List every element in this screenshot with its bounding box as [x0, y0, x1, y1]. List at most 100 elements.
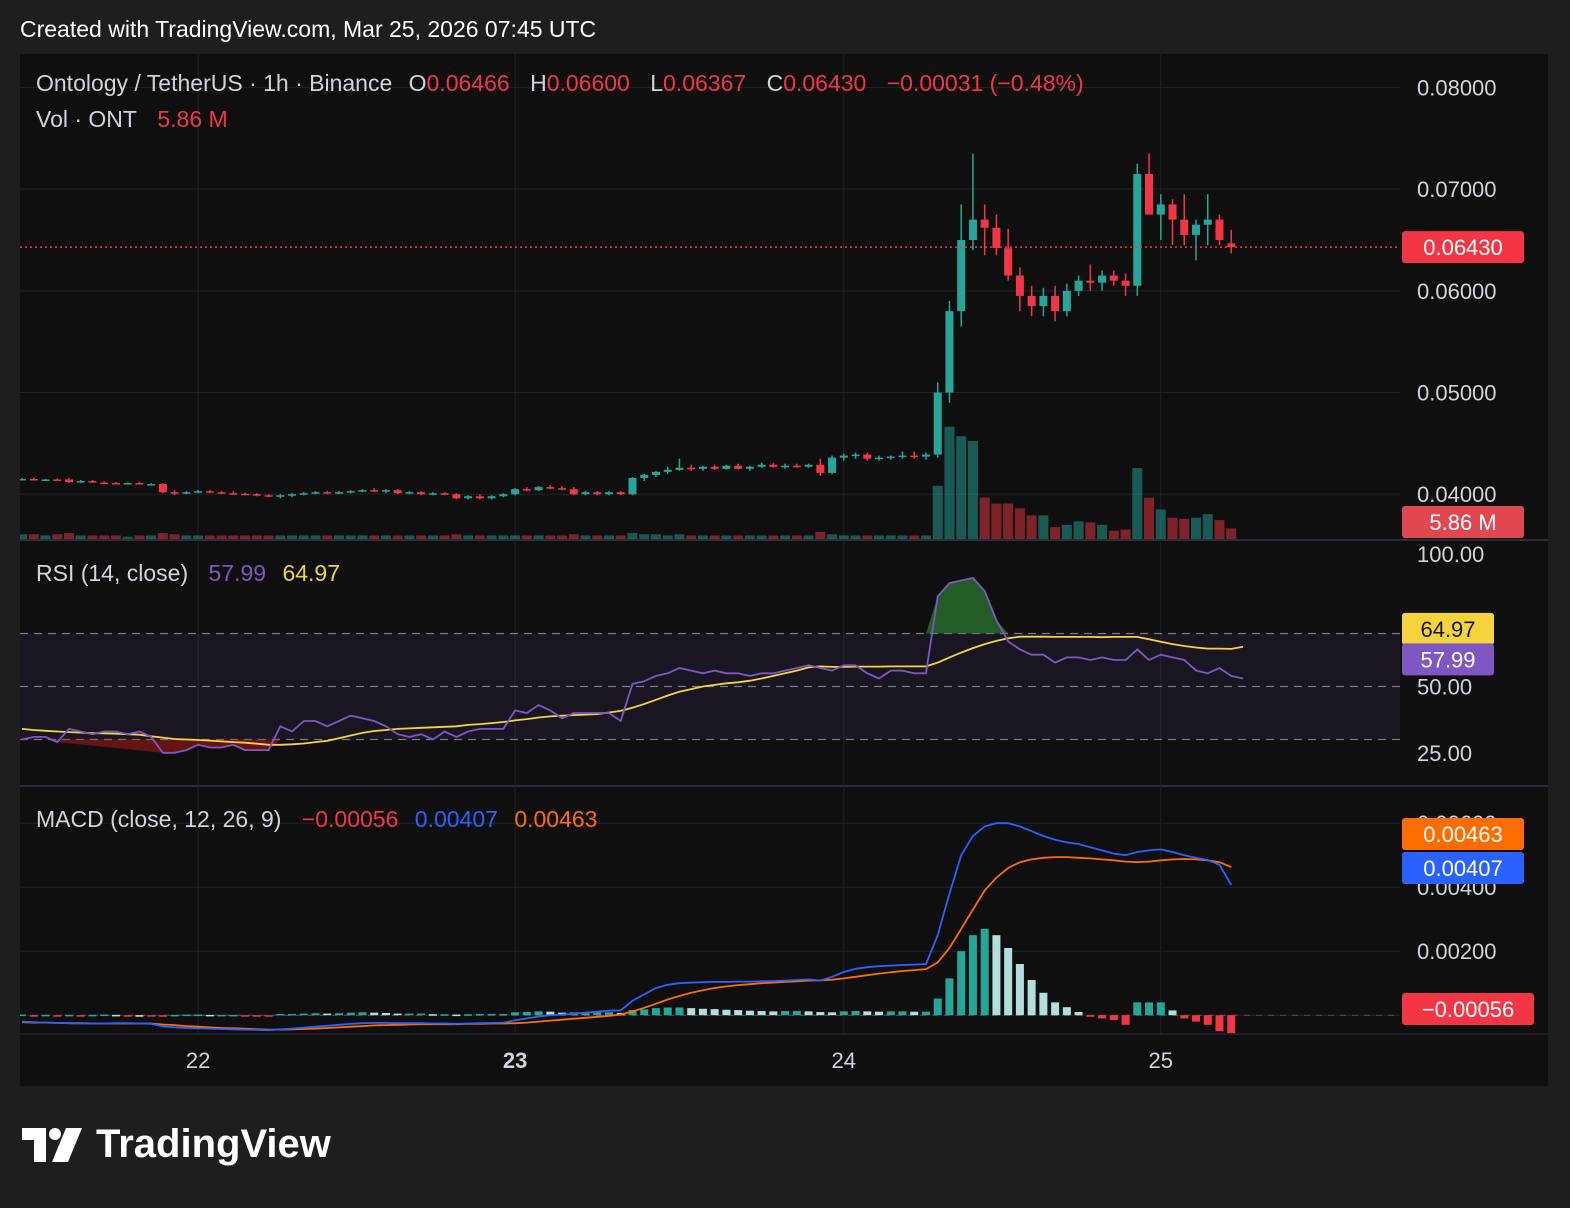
candle-body[interactable]	[616, 492, 625, 495]
candle-body[interactable]	[1109, 275, 1118, 281]
macd-signal-line[interactable]	[21, 856, 1232, 1031]
candle-body[interactable]	[170, 492, 179, 494]
candle-body[interactable]	[1203, 219, 1212, 225]
candle-body[interactable]	[745, 466, 754, 469]
candle-body[interactable]	[886, 456, 895, 459]
candle-body[interactable]	[734, 465, 743, 469]
tradingview-brand[interactable]: TradingView	[22, 1122, 331, 1167]
candle-body[interactable]	[323, 492, 332, 494]
candle-body[interactable]	[417, 492, 426, 495]
candle-body[interactable]	[88, 481, 97, 483]
candle-body[interactable]	[898, 455, 907, 458]
candle-body[interactable]	[123, 483, 132, 485]
candle-body[interactable]	[511, 489, 520, 495]
candle-body[interactable]	[1192, 224, 1200, 235]
candle-body[interactable]	[828, 457, 837, 473]
candle-body[interactable]	[1168, 204, 1177, 220]
candle-body[interactable]	[1215, 219, 1224, 240]
candle-body[interactable]	[1027, 295, 1036, 307]
candle-body[interactable]	[487, 496, 496, 499]
candle-body[interactable]	[687, 467, 696, 470]
rsi-label[interactable]: RSI (14, close)	[36, 560, 188, 586]
candle-body[interactable]	[147, 484, 156, 486]
candle-body[interactable]	[757, 464, 766, 467]
candle-body[interactable]	[252, 494, 261, 496]
candle-body[interactable]	[546, 487, 555, 489]
candle-body[interactable]	[194, 491, 203, 493]
candle-body[interactable]	[581, 492, 590, 495]
candle-body[interactable]	[593, 492, 602, 495]
candle-body[interactable]	[875, 457, 884, 460]
candle-body[interactable]	[992, 227, 1001, 249]
candle-body[interactable]	[839, 455, 848, 458]
candle-body[interactable]	[1098, 275, 1107, 283]
candle-body[interactable]	[945, 311, 954, 393]
candle-body[interactable]	[1004, 248, 1013, 276]
candle-body[interactable]	[816, 464, 825, 473]
candle-body[interactable]	[933, 392, 942, 455]
candle-body[interactable]	[957, 239, 966, 312]
candle-body[interactable]	[381, 490, 390, 492]
candle-body[interactable]	[851, 454, 860, 457]
candle-body[interactable]	[1074, 280, 1083, 291]
candle-body[interactable]	[299, 493, 308, 495]
candle-body[interactable]	[393, 490, 402, 494]
candle-body[interactable]	[111, 483, 120, 485]
candle-body[interactable]	[288, 494, 297, 496]
candle-body[interactable]	[1156, 204, 1165, 215]
candle-body[interactable]	[217, 492, 226, 494]
candle-body[interactable]	[29, 478, 38, 481]
candle-body[interactable]	[569, 489, 578, 495]
candle-body[interactable]	[640, 474, 649, 478]
macd-label[interactable]: MACD (close, 12, 26, 9)	[36, 806, 281, 832]
candle-body[interactable]	[792, 465, 801, 468]
candle-body[interactable]	[358, 490, 367, 492]
candle-body[interactable]	[499, 494, 508, 497]
symbol-title[interactable]: Ontology / TetherUS · 1h · Binance	[36, 70, 392, 96]
candle-body[interactable]	[698, 466, 707, 469]
candle-body[interactable]	[1133, 173, 1142, 286]
candle-body[interactable]	[1086, 280, 1095, 283]
candle-body[interactable]	[522, 489, 531, 491]
candle-body[interactable]	[53, 479, 62, 481]
candle-body[interactable]	[1039, 295, 1048, 307]
candle-body[interactable]	[910, 455, 919, 458]
candle-body[interactable]	[534, 487, 543, 491]
candle-body[interactable]	[64, 479, 73, 483]
candle-body[interactable]	[1121, 280, 1130, 286]
candle-body[interactable]	[804, 464, 813, 467]
volume-label[interactable]: Vol · ONT	[36, 106, 137, 132]
candle-body[interactable]	[76, 481, 85, 483]
candle-body[interactable]	[675, 467, 684, 470]
candle-body[interactable]	[1051, 295, 1060, 312]
candle-body[interactable]	[100, 482, 109, 485]
candle-body[interactable]	[440, 493, 449, 495]
candle-body[interactable]	[769, 464, 778, 467]
candle-body[interactable]	[722, 465, 731, 469]
candle-body[interactable]	[241, 493, 250, 496]
chart-frame[interactable]: 0.04000 0.05000 0.06000 0.07000 0.08000 0.064…	[20, 54, 1548, 1086]
candle-body[interactable]	[452, 494, 461, 499]
candle-body[interactable]	[968, 219, 977, 240]
candle-body[interactable]	[311, 492, 320, 494]
candle-body[interactable]	[158, 484, 167, 493]
candle-body[interactable]	[370, 490, 379, 492]
candle-body[interactable]	[135, 483, 144, 485]
candle-body[interactable]	[405, 492, 414, 494]
candle-body[interactable]	[182, 492, 191, 494]
candle-body[interactable]	[346, 491, 355, 493]
candle-body[interactable]	[1180, 219, 1189, 235]
candle-body[interactable]	[1145, 173, 1154, 215]
candle-body[interactable]	[605, 492, 613, 495]
candle-body[interactable]	[1015, 275, 1024, 296]
candle-body[interactable]	[264, 495, 273, 497]
candle-body[interactable]	[229, 493, 238, 495]
candle-body[interactable]	[428, 493, 437, 495]
candle-body[interactable]	[921, 454, 930, 457]
candle-body[interactable]	[205, 491, 214, 493]
candle-body[interactable]	[863, 454, 872, 459]
candle-body[interactable]	[980, 219, 989, 228]
candle-body[interactable]	[334, 492, 343, 494]
candle-body[interactable]	[558, 488, 567, 490]
candle-body[interactable]	[781, 465, 790, 468]
